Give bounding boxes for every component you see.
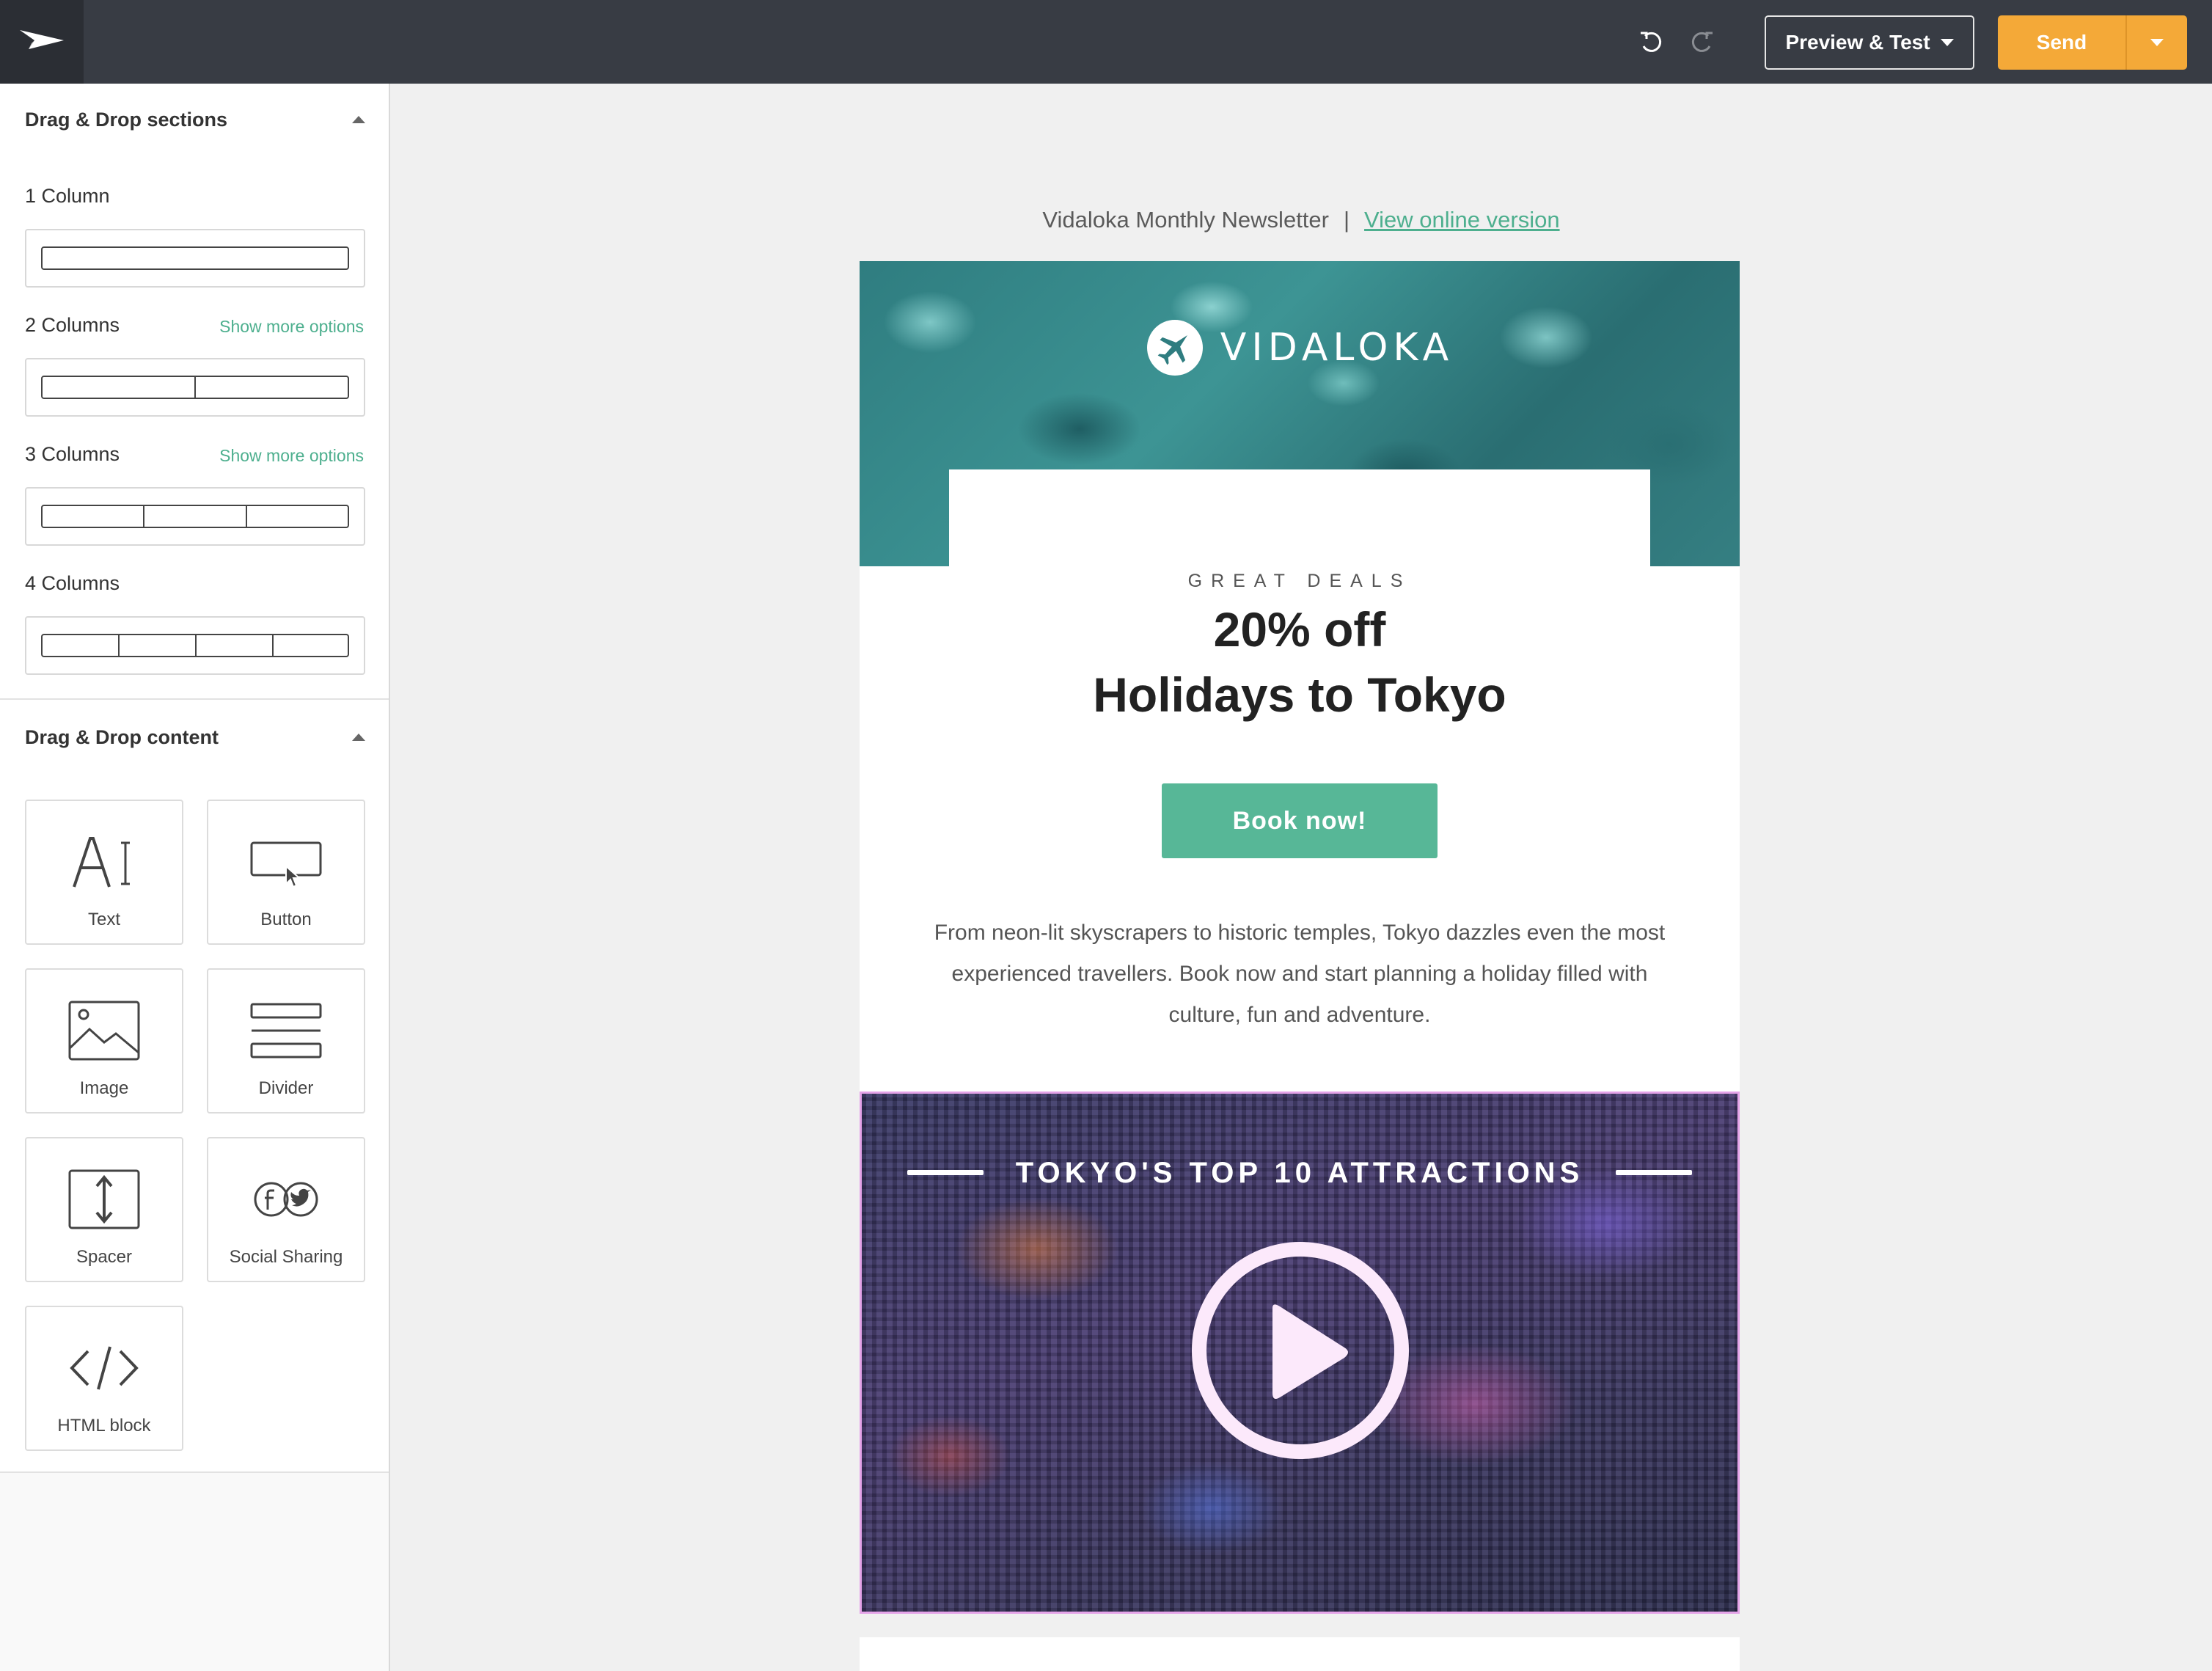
content-tile-social-sharing[interactable]: Social Sharing (207, 1137, 365, 1282)
content-tile-divider[interactable]: Divider (207, 968, 365, 1114)
video-block-selected[interactable]: TOKYO'S TOP 10 ATTRACTIONS (860, 1092, 1740, 1614)
column-divider (194, 377, 196, 398)
content-tile-button[interactable]: Button (207, 800, 365, 945)
content-panel-title[interactable]: Drag & Drop content (25, 726, 219, 749)
undo-icon[interactable] (1636, 26, 1666, 57)
redo-icon[interactable] (1687, 26, 1718, 57)
headline-destination[interactable]: Holidays to Tokyo (860, 667, 1740, 723)
tile-label: Divider (258, 1078, 314, 1098)
column-label-1: 1 Column (25, 185, 110, 207)
column-layout-preview (41, 376, 349, 399)
deals-panel (949, 469, 1650, 566)
content-tile-spacer[interactable]: Spacer (25, 1137, 183, 1282)
panel-divider (0, 698, 389, 700)
column-divider (195, 635, 197, 656)
content-tile-html-block[interactable]: HTML block (25, 1306, 183, 1451)
column-label-3: 3 Columns (25, 443, 120, 465)
send-options-button[interactable] (2127, 15, 2187, 70)
sections-panel-title[interactable]: Drag & Drop sections (25, 109, 227, 131)
newsletter-name: Vidaloka Monthly Newsletter (1042, 207, 1329, 233)
body-paragraph[interactable]: From neon-lit skyscrapers to historic te… (933, 913, 1666, 1036)
preheader-separator: | (1343, 207, 1350, 233)
show-more-options-link[interactable]: Show more options (219, 446, 364, 466)
column-layout-preview (41, 505, 349, 528)
code-icon (26, 1335, 182, 1401)
send-button-group: Send (1998, 15, 2187, 70)
view-online-link[interactable]: View online version (1364, 207, 1560, 233)
section-4-columns[interactable] (25, 616, 365, 675)
collapse-content-icon[interactable] (352, 734, 365, 741)
video-title: TOKYO'S TOP 10 ATTRACTIONS (1015, 1157, 1584, 1189)
hero-image[interactable]: VIDALOKA (860, 261, 1740, 566)
tile-label: Image (79, 1078, 129, 1098)
column-divider (118, 635, 120, 656)
column-divider (246, 506, 247, 527)
section-1-column[interactable] (25, 229, 365, 288)
section-3-columns[interactable] (25, 487, 365, 546)
headline-discount[interactable]: 20% off (860, 602, 1740, 657)
content-tile-image[interactable]: Image (25, 968, 183, 1114)
brand-logo: VIDALOKA (860, 318, 1740, 377)
top-toolbar: Preview & Test Send (0, 0, 2212, 84)
tile-label: Button (260, 910, 312, 929)
content-tile-text[interactable]: Text (25, 800, 183, 945)
button-icon (208, 829, 364, 895)
preheader: Vidaloka Monthly Newsletter | View online … (861, 207, 1741, 236)
divider-icon (208, 998, 364, 1064)
preview-test-label: Preview & Test (1785, 31, 1930, 54)
column-label-4: 4 Columns (25, 572, 120, 594)
next-section[interactable] (860, 1637, 1740, 1671)
play-icon[interactable] (1190, 1240, 1410, 1460)
column-divider (272, 635, 274, 656)
tile-label: Spacer (76, 1247, 133, 1267)
airplane-logo-icon (1146, 320, 1203, 376)
brand-name: VIDALOKA (1220, 326, 1454, 370)
show-more-options-link[interactable]: Show more options (219, 317, 364, 337)
social-sharing-icon (208, 1166, 364, 1232)
column-layout-preview (41, 246, 349, 270)
tile-label: HTML block (57, 1416, 151, 1436)
preview-test-button[interactable]: Preview & Test (1765, 15, 1974, 70)
section-2-columns[interactable] (25, 358, 365, 417)
chevron-down-icon (1940, 39, 1954, 46)
image-icon (26, 998, 182, 1064)
great-deals-label[interactable]: GREAT DEALS (860, 571, 1740, 592)
chevron-down-icon (2150, 39, 2164, 46)
column-label-2: 2 Columns (25, 314, 120, 336)
spacer-icon (26, 1166, 182, 1232)
email-body: VIDALOKA GREAT DEALS 20% off Holidays to… (860, 261, 1740, 1671)
book-now-button[interactable]: Book now! (1162, 783, 1438, 858)
paper-plane-icon (20, 30, 64, 49)
sidebar-panel: Drag & Drop sections 1 Column 2 Columns … (0, 84, 389, 1473)
column-divider (143, 506, 144, 527)
email-canvas: Vidaloka Monthly Newsletter | View online … (392, 84, 2212, 1671)
tile-label: Text (87, 910, 120, 929)
text-icon (26, 829, 182, 895)
app-logo[interactable] (0, 0, 84, 84)
sidebar: Drag & Drop sections 1 Column 2 Columns … (0, 84, 390, 1671)
tile-label: Social Sharing (229, 1247, 343, 1267)
collapse-sections-icon[interactable] (352, 116, 365, 123)
column-layout-preview (41, 634, 349, 657)
send-button[interactable]: Send (1998, 15, 2125, 70)
